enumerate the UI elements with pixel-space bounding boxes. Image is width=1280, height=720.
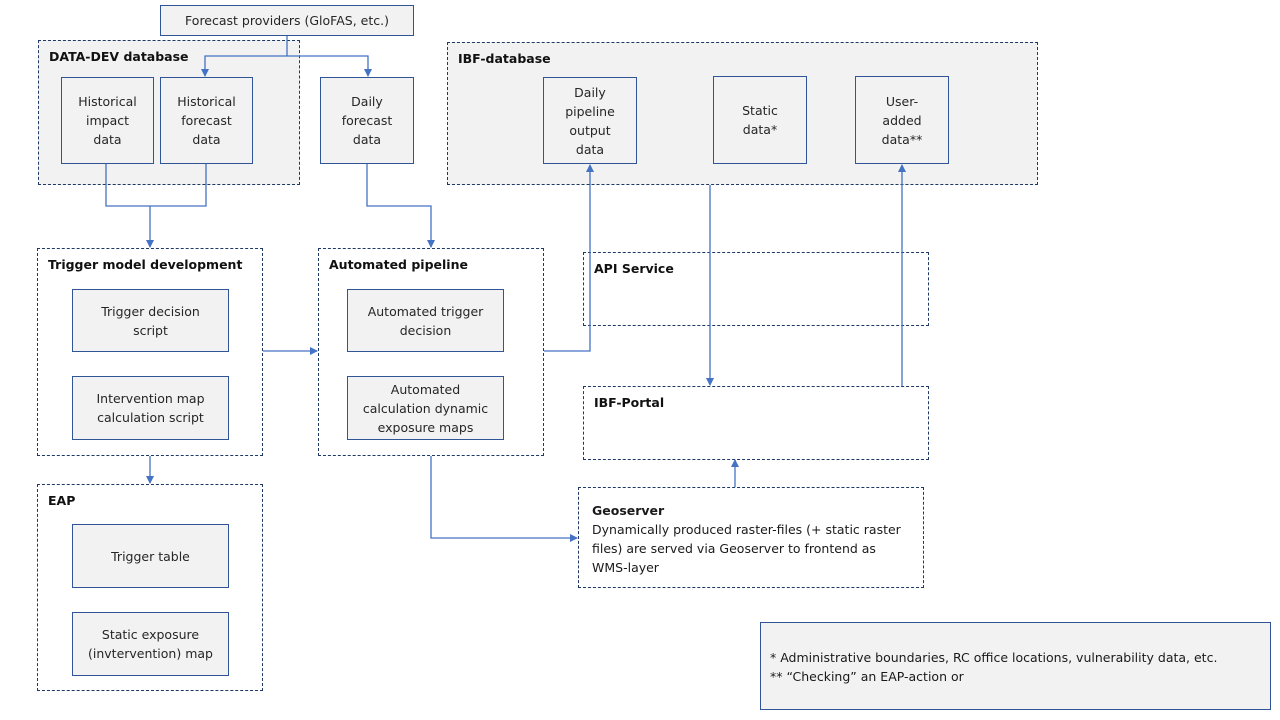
static-data-label: Static data* [742, 103, 778, 137]
eap-title: EAP [48, 493, 76, 508]
footnotes-box: * Administrative boundaries, RC office l… [760, 622, 1271, 710]
intervention-map-script-label: Intervention map calculation script [96, 391, 205, 425]
daily-pipeline-output-data-box: Daily pipeline output data [543, 77, 637, 164]
connector-daily-forecast-to-pipeline [366, 164, 435, 248]
footnote-static-data: * Administrative boundaries, RC office l… [770, 650, 1218, 665]
automated-pipeline-title: Automated pipeline [329, 257, 468, 272]
connector-pipeline-to-geoserver [430, 456, 578, 542]
trigger-table-box: Trigger table [72, 524, 229, 588]
static-data-box: Static data* [713, 76, 807, 164]
daily-forecast-data-label: Daily forecast data [341, 94, 393, 147]
footnote-user-added-data: ** “Checking” an EAP-action or [770, 669, 964, 684]
trigger-decision-script-box: Trigger decision script [72, 289, 229, 352]
forecast-providers-label: Forecast providers (GloFAS, etc.) [185, 13, 389, 28]
ibf-portal-title: IBF-Portal [594, 395, 665, 410]
automated-trigger-decision-box: Automated trigger decision [347, 289, 504, 352]
automated-trigger-decision-label: Automated trigger decision [367, 303, 484, 338]
daily-forecast-data-box: Daily forecast data [320, 77, 414, 164]
historical-forecast-data-box: Historical forecast data [160, 77, 253, 164]
historical-impact-data-label: Historical impact data [78, 94, 137, 147]
ibf-portal-group: IBF-Portal [583, 386, 929, 460]
automated-exposure-maps-box: Automated calculation dynamic exposure m… [347, 376, 504, 440]
forecast-providers-box: Forecast providers (GloFAS, etc.) [160, 5, 414, 36]
ibf-database-title: IBF-database [458, 51, 551, 66]
user-added-data-label: User- added data** [881, 93, 923, 147]
historical-impact-data-box: Historical impact data [61, 77, 154, 164]
api-service-title: API Service [594, 261, 674, 276]
static-exposure-map-label: Static exposure (invtervention) map [88, 627, 213, 661]
trigger-model-development-title: Trigger model development [48, 257, 243, 272]
geoserver-title: Geoserver [592, 503, 665, 518]
intervention-map-script-box: Intervention map calculation script [72, 376, 229, 440]
daily-pipeline-output-data-label: Daily pipeline output data [565, 84, 615, 157]
api-service-group: API Service [583, 252, 929, 326]
static-exposure-map-box: Static exposure (invtervention) map [72, 612, 229, 676]
geoserver-text: Geoserver Dynamically produced raster-fi… [592, 501, 915, 577]
geoserver-group: Geoserver Dynamically produced raster-fi… [578, 487, 924, 588]
user-added-data-box: User- added data** [855, 76, 949, 164]
geoserver-description: Dynamically produced raster-files (+ sta… [592, 522, 901, 575]
data-dev-database-title: DATA-DEV database [49, 49, 189, 64]
trigger-decision-script-label: Trigger decision script [101, 303, 200, 338]
automated-exposure-maps-label: Automated calculation dynamic exposure m… [362, 381, 489, 435]
historical-forecast-data-label: Historical forecast data [177, 94, 236, 147]
trigger-table-label: Trigger table [111, 548, 190, 564]
